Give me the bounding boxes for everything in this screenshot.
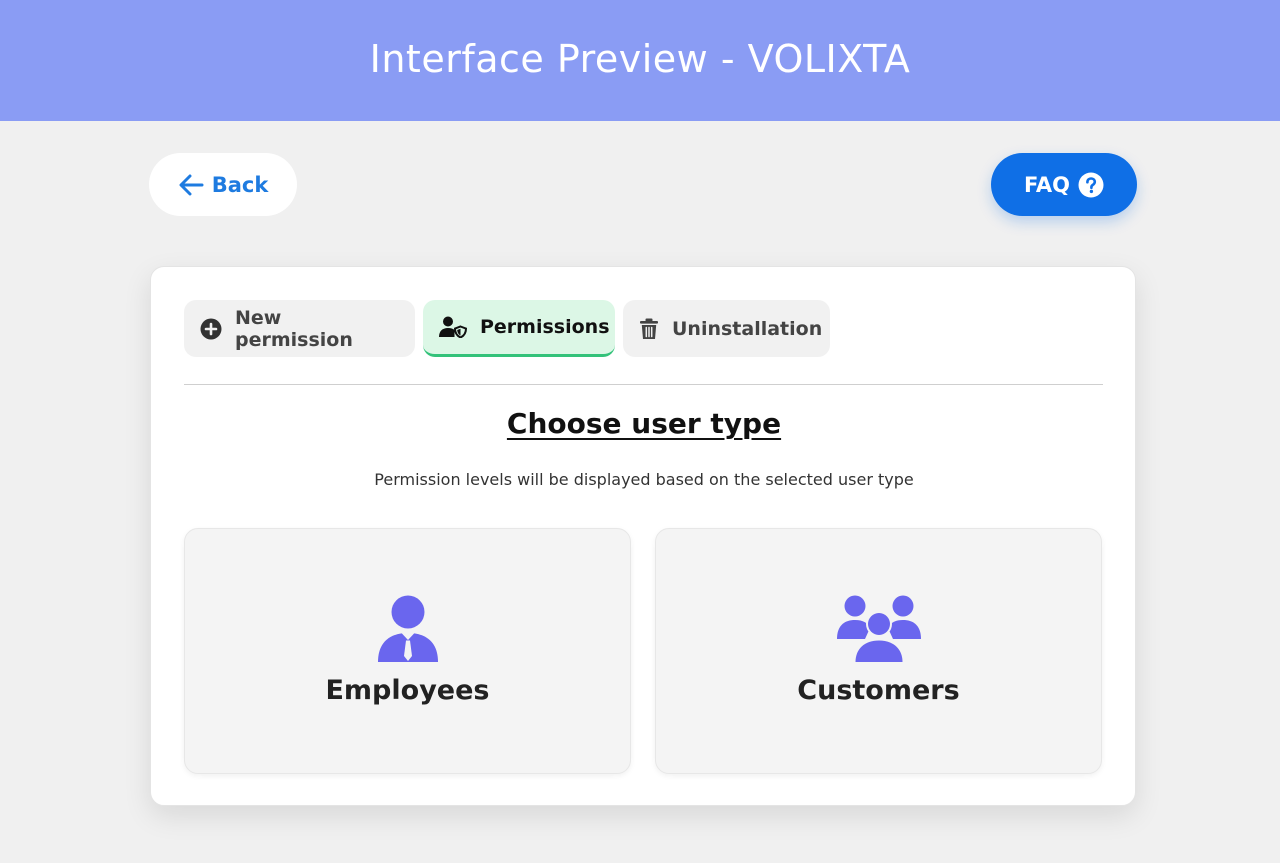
back-button[interactable]: Back (149, 153, 297, 216)
tab-permissions[interactable]: Permissions (423, 300, 615, 357)
icon-wrapper (185, 595, 630, 663)
app-header: Interface Preview - VOLIXTA (0, 0, 1280, 121)
section-title: Choose user type (506, 407, 782, 440)
user-type-employees[interactable]: Employees (184, 528, 631, 774)
tab-uninstallation[interactable]: Uninstallation (623, 300, 830, 357)
app-title: Interface Preview - VOLIXTA (369, 36, 911, 81)
faq-button-label: FAQ (1023, 172, 1071, 197)
plus-circle-icon (200, 318, 222, 339)
tab-label: Permissions (480, 316, 610, 338)
trash-icon (640, 318, 658, 339)
tab-new-permission[interactable]: New permission (184, 300, 415, 357)
customers-group-icon (836, 595, 921, 662)
user-shield-icon (439, 316, 467, 338)
tab-label: New permission (235, 306, 353, 351)
arrow-left-icon (179, 174, 204, 195)
employee-icon (377, 595, 438, 662)
tab-label: Uninstallation (672, 317, 823, 340)
back-button-label: Back (211, 172, 269, 197)
divider (184, 384, 1103, 385)
tab-bar: New permission Permissions Uninstallatio… (184, 300, 830, 357)
permissions-card: New permission Permissions Uninstallatio… (150, 266, 1136, 806)
faq-button[interactable]: FAQ (991, 153, 1137, 216)
user-type-label: Employees (325, 675, 490, 706)
icon-wrapper (656, 595, 1101, 663)
user-type-customers[interactable]: Customers (655, 528, 1102, 774)
question-circle-icon (1078, 172, 1104, 197)
user-type-label: Customers (797, 675, 960, 706)
section-subtitle: Permission levels will be displayed base… (374, 470, 914, 489)
